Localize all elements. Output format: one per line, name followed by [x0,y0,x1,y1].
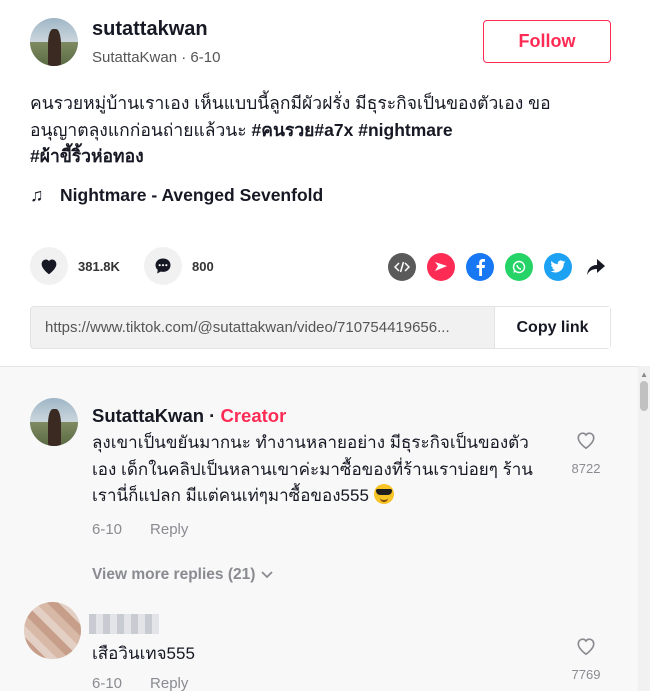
reply-button[interactable]: Reply [150,521,188,538]
whatsapp-icon[interactable] [505,253,533,281]
hashtag-link[interactable]: #a7x [314,120,353,140]
comment-action[interactable]: 800 [144,247,214,285]
heart-outline-icon[interactable] [575,636,597,656]
view-more-replies-button[interactable]: View more replies (21) [92,566,274,584]
scroll-up-arrow-icon[interactable]: ▲ [640,370,648,379]
author-display-name: SutattaKwan [92,49,178,66]
comment-avatar[interactable] [30,398,78,446]
sunglasses-emoji-icon [373,484,394,504]
music-title: Nightmare - Avenged Sevenfold [60,185,324,205]
comment-text: ลุงเขาเป็นขยันมากนะ ทำงานหลายอย่าง มีธุร… [92,430,552,510]
comment-author: SutattaKwan · Creator [92,405,286,427]
copy-link-button[interactable]: Copy link [494,307,610,348]
facebook-icon[interactable] [466,253,494,281]
reply-date: 6-10 [92,675,123,691]
embed-icon[interactable] [388,253,416,281]
creator-separator: · [204,405,221,426]
hashtag-link[interactable]: #nightmare [358,120,452,140]
comment-icon[interactable] [144,247,182,285]
send-icon[interactable] [427,253,455,281]
reply-like[interactable]: 7769 [568,636,604,682]
comment-body: ลุงเขาเป็นขยันมากนะ ทำงานหลายอย่าง มีธุร… [92,433,533,505]
hashtag-link[interactable]: #คนรวย [252,120,315,140]
share-arrow-icon[interactable] [582,253,610,281]
author-username[interactable]: sutattakwan [92,18,208,41]
comment-like[interactable]: 8722 [568,430,604,476]
comment-meta: 6-10 Reply [92,521,188,538]
author-avatar[interactable] [30,18,78,66]
comment-like-count: 8722 [571,461,601,476]
heart-outline-icon[interactable] [575,430,597,450]
view-more-label: View more replies (21) [92,566,256,583]
reply-avatar-blurred[interactable] [24,602,81,659]
music-link[interactable]: ♫ Nightmare - Avenged Sevenfold [30,185,323,206]
reply-meta: 6-10 Reply [92,675,188,691]
author-subline: SutattaKwan · 6-10 [92,49,220,66]
comment-date: 6-10 [92,521,123,538]
scrollbar-thumb[interactable] [640,381,648,411]
video-url-field[interactable]: https://www.tiktok.com/@sutattakwan/vide… [31,319,494,336]
share-link-box: https://www.tiktok.com/@sutattakwan/vide… [30,306,611,349]
reply-button[interactable]: Reply [150,675,188,691]
creator-badge: Creator [220,405,287,426]
music-note-icon: ♫ [30,185,44,205]
reply-author-name-blurred [89,614,159,634]
subline-separator: · [181,49,187,66]
twitter-icon[interactable] [544,253,572,281]
reply-text: เสือวินเทจ555 [92,644,195,663]
chevron-down-icon [261,571,274,579]
post-date: 6-10 [190,49,221,66]
comment-author-name[interactable]: SutattaKwan [92,405,204,426]
like-action[interactable]: 381.8K [30,247,120,285]
follow-button[interactable]: Follow [483,20,611,63]
comment-count: 800 [192,258,214,274]
post-caption: คนรวยหมู่บ้านเราเอง เห็นแบบนี้ลูกมีผัวฝร… [30,90,590,170]
hashtag-link[interactable]: #ผ้าขี้ริ้วห่อทอง [30,146,144,166]
reply-like-count: 7769 [571,667,601,682]
heart-icon[interactable] [30,247,68,285]
like-count: 381.8K [78,258,120,274]
comments-scrollbar[interactable] [638,366,650,691]
